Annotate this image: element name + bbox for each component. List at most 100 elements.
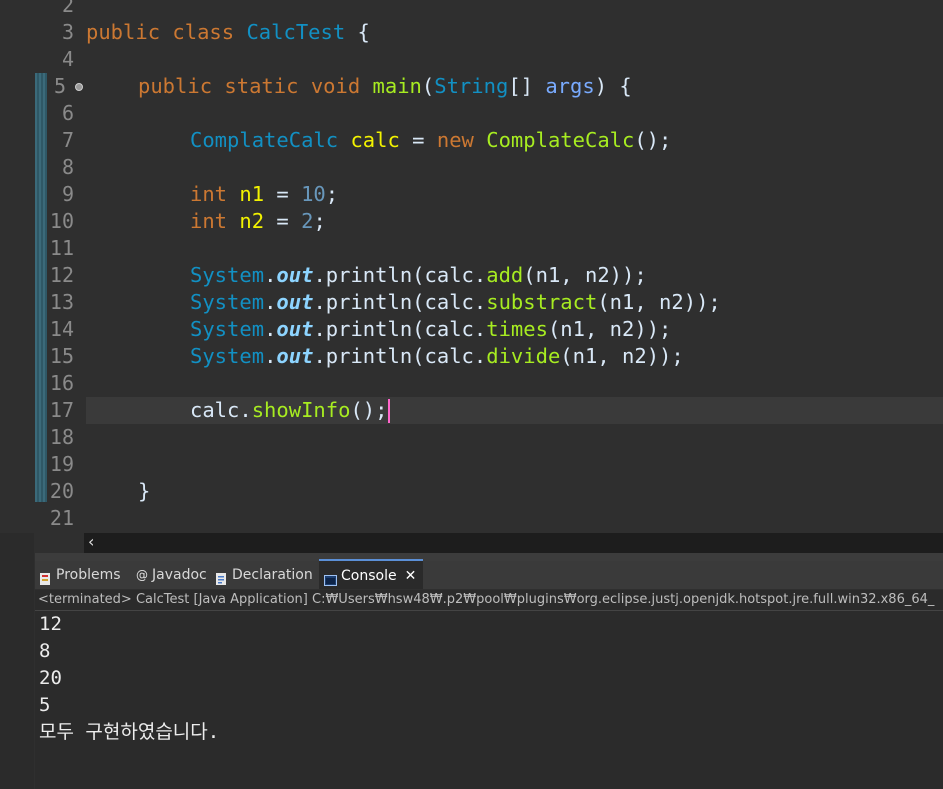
code-punct: . (264, 290, 277, 314)
line-number: 8 (61, 155, 74, 179)
code-line-14: System.out.println(calc.times(n1, n2)); (190, 316, 671, 343)
code-punct: .println(calc. (313, 317, 487, 341)
keyword: int (190, 209, 228, 233)
code-punct: (n1, n2)); (523, 263, 647, 287)
code-line-12: System.out.println(calc.add(n1, n2)); (190, 262, 647, 289)
code-punct: = (264, 182, 302, 206)
code-punct: (); (350, 398, 388, 422)
variable-name: calc (350, 128, 400, 152)
line-number: 16 (49, 371, 74, 395)
code-punct: } (138, 479, 151, 503)
type-name: System (190, 344, 265, 368)
number-literal: 2 (301, 209, 314, 233)
code-punct: .println(calc. (313, 263, 487, 287)
type-name: ComplateCalc (190, 128, 339, 152)
javadoc-icon: @ (136, 568, 148, 582)
tab-console[interactable]: Console ✕ (319, 559, 423, 589)
console-line: 8 (39, 640, 51, 662)
code-punct: [] (508, 74, 546, 98)
method-name: substract (486, 290, 598, 314)
method-name: main (372, 74, 422, 98)
static-field: out (276, 317, 314, 341)
variable-name: n1 (239, 182, 265, 206)
code-punct: = (399, 128, 437, 152)
close-icon[interactable]: ✕ (405, 561, 417, 591)
tab-label: Problems (56, 567, 121, 583)
code-punct: ; (325, 182, 339, 206)
line-number: 5 (53, 74, 66, 98)
code-line-9: int n1 = 10; (190, 181, 338, 208)
variable-name: n2 (239, 209, 265, 233)
code-punct: (n1, n2)); (560, 344, 684, 368)
static-field: out (276, 290, 314, 314)
line-number: 7 (61, 128, 74, 152)
line-number: 18 (49, 425, 74, 449)
code-line-13: System.out.println(calc.substract(n1, n2… (190, 289, 721, 316)
code-line-10: int n2 = 2; (190, 208, 326, 235)
code-line-7: ComplateCalc calc = new ComplateCalc(); (190, 127, 671, 154)
panel-divider[interactable] (35, 553, 943, 561)
problems-icon (39, 568, 52, 585)
line-number: 10 (49, 209, 74, 233)
keyword: public (138, 74, 213, 98)
tab-label: Declaration (232, 567, 313, 583)
type-name: System (190, 263, 265, 287)
code-punct: . (264, 344, 277, 368)
line-number: 4 (61, 47, 74, 71)
tab-javadoc[interactable]: @ Javadoc (136, 561, 207, 589)
keyword: new (436, 128, 474, 152)
keyword: public (86, 20, 161, 44)
class-name: CalcTest (246, 20, 346, 44)
code-punct: ; (313, 209, 326, 233)
scroll-left-icon[interactable]: ‹ (88, 531, 102, 553)
horizontal-scrollbar[interactable] (84, 533, 943, 553)
line-number: 9 (61, 182, 74, 206)
declaration-icon (215, 568, 228, 585)
static-field: out (276, 344, 314, 368)
tab-label: Console (341, 568, 397, 584)
console-line: 5 (39, 694, 51, 716)
code-punct: . (264, 317, 277, 341)
text-caret (387, 399, 390, 423)
tab-label: Javadoc (152, 567, 207, 583)
code-punct: .println(calc. (313, 290, 487, 314)
console-line: 20 (39, 667, 62, 689)
code-punct: . (264, 263, 277, 287)
keyword: int (190, 182, 228, 206)
fold-collapse-icon[interactable] (75, 83, 83, 91)
code-punct: { (345, 20, 370, 44)
code-line-20: } (138, 478, 150, 505)
tab-problems[interactable]: Problems (39, 561, 121, 589)
code-line-3: public class CalcTest { (86, 19, 370, 46)
parameter-name: args (545, 74, 595, 98)
line-number: 2 (61, 0, 74, 17)
console-icon (324, 569, 337, 586)
type-name: System (190, 317, 265, 341)
code-line-15: System.out.println(calc.divide(n1, n2)); (190, 343, 684, 370)
type-name: String (434, 74, 509, 98)
console-line: 모두 구현하였습니다. (39, 721, 220, 743)
code-punct: .println(calc. (313, 344, 487, 368)
method-name: add (486, 263, 524, 287)
number-literal: 10 (301, 182, 326, 206)
line-number: 21 (49, 506, 74, 530)
line-number: 14 (49, 317, 74, 341)
keyword: static (224, 74, 299, 98)
line-number: 12 (49, 263, 74, 287)
type-name: System (190, 290, 265, 314)
constructor-name: ComplateCalc (486, 128, 635, 152)
code-punct: (); (634, 128, 672, 152)
line-number: 20 (49, 479, 74, 503)
code-punct: = (264, 209, 302, 233)
line-number: 15 (49, 344, 74, 368)
console-line: 12 (39, 613, 62, 635)
code-punct: calc. (190, 398, 252, 422)
line-number: 6 (61, 101, 74, 125)
tab-declaration[interactable]: Declaration (215, 561, 313, 589)
terminated-status: <terminated> CalcTest [Java Application]… (38, 592, 935, 607)
method-name: times (486, 317, 548, 341)
code-punct: ) { (594, 74, 632, 98)
console-output[interactable] (35, 611, 943, 789)
line-number: 19 (49, 452, 74, 476)
method-name: divide (486, 344, 561, 368)
